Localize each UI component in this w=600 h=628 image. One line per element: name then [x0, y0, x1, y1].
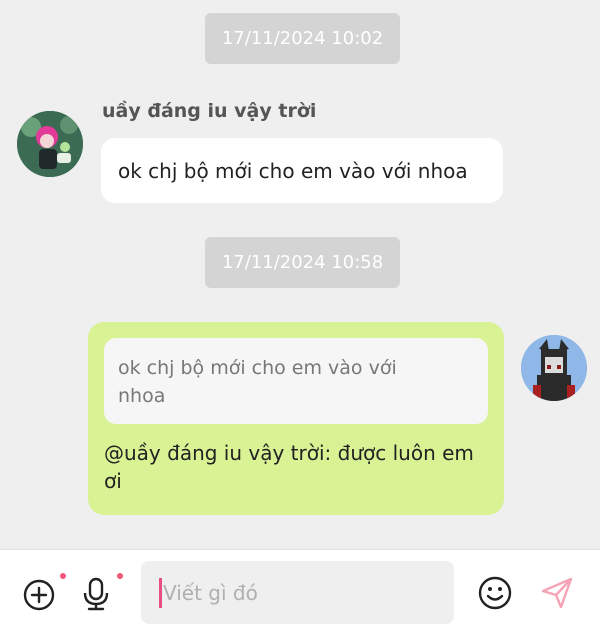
send-icon: [541, 577, 573, 609]
quote-line: ok chj bộ mới cho em vào với: [118, 357, 397, 379]
quoted-message[interactable]: ok chj bộ mới cho em vào với nhoa: [104, 338, 488, 424]
reply-text: @uầy đáng iu vậy trời: được luôn em ơi: [104, 439, 494, 495]
send-button[interactable]: [539, 575, 575, 615]
add-icon: [23, 579, 55, 611]
notification-dot: [60, 573, 66, 579]
voice-button[interactable]: [80, 576, 112, 616]
timestamp-badge: 17/11/2024 10:02: [205, 13, 400, 64]
reply-line: @uầy đáng iu vậy trời: được luôn em: [104, 441, 474, 465]
reply-line: ơi: [104, 469, 122, 493]
sender-name: uầy đáng iu vậy trời: [102, 100, 317, 122]
outgoing-message[interactable]: ok chj bộ mới cho em vào với nhoa @uầy đ…: [88, 322, 504, 515]
notification-dot: [117, 573, 123, 579]
my-avatar[interactable]: [521, 335, 587, 401]
emoji-icon: [478, 576, 512, 610]
add-button[interactable]: [22, 578, 56, 616]
timestamp-badge: 17/11/2024 10:58: [205, 237, 400, 288]
input-placeholder: Viết gì đó: [163, 580, 258, 605]
emoji-button[interactable]: [477, 575, 513, 615]
message-input[interactable]: Viết gì đó: [141, 561, 454, 624]
sender-avatar[interactable]: [17, 111, 83, 177]
incoming-message[interactable]: ok chj bộ mới cho em vào với nhoa: [101, 138, 503, 203]
quote-line: nhoa: [118, 385, 166, 407]
text-cursor: [159, 577, 162, 608]
composer-bar: Viết gì đó: [0, 549, 600, 628]
avatar-image: [17, 111, 83, 177]
avatar-image: [521, 335, 587, 401]
microphone-icon: [83, 577, 109, 611]
